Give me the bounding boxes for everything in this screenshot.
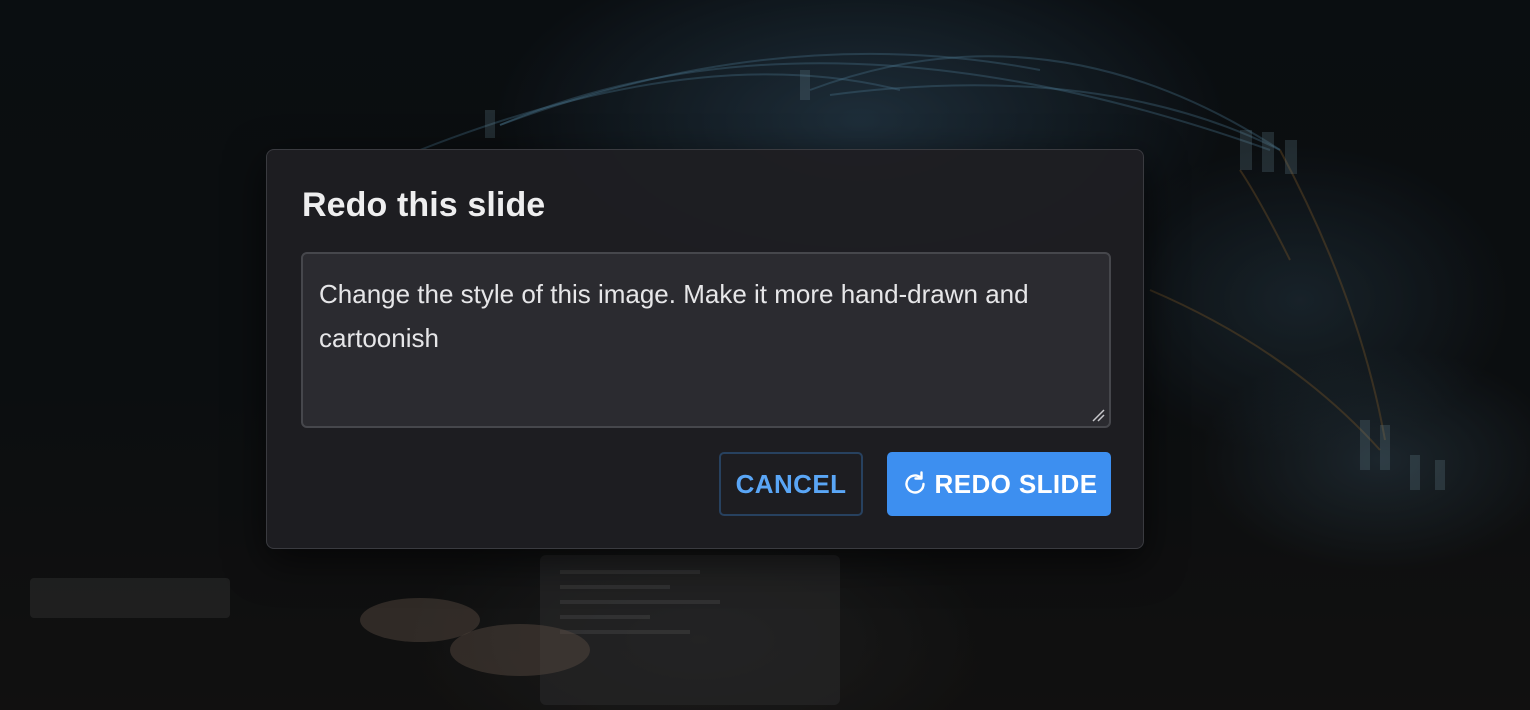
- redo-prompt-input[interactable]: Change the style of this image. Make it …: [301, 252, 1111, 428]
- dialog-title: Redo this slide: [302, 186, 546, 224]
- redo-slide-button-label: REDO SLIDE: [934, 468, 1098, 499]
- redo-slide-button[interactable]: REDO SLIDE: [887, 452, 1111, 516]
- cancel-button-label: CANCEL: [735, 468, 847, 499]
- refresh-icon: [901, 470, 929, 498]
- redo-slide-dialog: Redo this slide Change the style of this…: [266, 149, 1144, 549]
- resize-handle-icon[interactable]: [1091, 408, 1105, 422]
- cancel-button[interactable]: CANCEL: [719, 452, 863, 516]
